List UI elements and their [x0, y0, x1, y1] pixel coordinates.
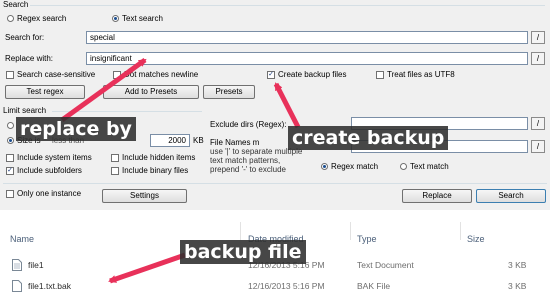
case-sensitive-checkbox[interactable] — [6, 71, 14, 79]
replace-button[interactable]: Replace — [402, 189, 472, 203]
size-any-radio[interactable] — [7, 122, 14, 129]
text-match-label[interactable]: Text match — [410, 162, 449, 172]
utf8-checkbox[interactable] — [376, 71, 384, 79]
limit-group-divider — [52, 111, 202, 112]
backup-files-label[interactable]: Create backup files — [278, 70, 346, 80]
binary-files-label[interactable]: Include binary files — [122, 166, 188, 176]
column-separator[interactable] — [460, 222, 461, 240]
file-size: 3 KB — [508, 281, 527, 291]
subfolders-checkbox[interactable]: ✓ — [6, 167, 14, 175]
search-replace-dialog: Search Regex search Text search Search f… — [0, 0, 550, 210]
search-pattern-button[interactable]: / — [531, 31, 545, 44]
exclude-dirs-label: Exclude dirs (Regex): — [210, 120, 287, 129]
replace-annotation: replace by — [16, 117, 136, 141]
size-unit-label: KB — [193, 136, 204, 145]
help-line-3: prepend '-' to exclude — [210, 165, 286, 174]
size-is-radio[interactable] — [7, 137, 14, 144]
dot-newline-label[interactable]: Dot matches newline — [124, 70, 198, 80]
hidden-items-checkbox[interactable] — [111, 154, 119, 162]
regex-search-radio[interactable] — [7, 15, 14, 22]
column-header-size[interactable]: Size — [467, 234, 485, 245]
hidden-items-label[interactable]: Include hidden items — [122, 153, 195, 163]
system-items-label[interactable]: Include system items — [17, 153, 92, 163]
file-name: file1 — [28, 260, 44, 270]
regex-match-label[interactable]: Regex match — [331, 162, 378, 172]
file-size: 3 KB — [508, 260, 527, 270]
table-row[interactable]: file1.txt.bak 12/16/2013 5:16 PM BAK Fil… — [0, 279, 550, 293]
backup-files-checkbox[interactable]: ✓ — [267, 71, 275, 79]
text-search-radio[interactable] — [112, 15, 119, 22]
settings-button[interactable]: Settings — [102, 189, 187, 203]
column-header-type[interactable]: Type — [357, 234, 377, 245]
column-separator[interactable] — [240, 222, 241, 240]
search-group-divider — [30, 5, 545, 6]
dot-newline-checkbox[interactable] — [113, 71, 121, 79]
backup-annotation: create backup — [288, 126, 449, 150]
text-match-radio[interactable] — [400, 163, 407, 170]
footer-divider — [3, 183, 547, 184]
file-type: Text Document — [357, 260, 414, 270]
limit-group-title: Limit search — [3, 106, 47, 115]
file-names-pattern-button[interactable]: / — [531, 140, 545, 153]
size-value-input[interactable]: 2000 — [150, 134, 190, 147]
text-search-label[interactable]: Text search — [122, 14, 163, 24]
file-name: file1.txt.bak — [28, 281, 71, 291]
regex-search-label[interactable]: Regex search — [17, 14, 66, 24]
search-button[interactable]: Search — [476, 189, 546, 203]
file-date: 12/16/2013 5:16 PM — [248, 281, 325, 291]
presets-button[interactable]: Presets — [203, 85, 255, 99]
column-separator[interactable] — [350, 222, 351, 240]
replace-with-label: Replace with: — [5, 54, 54, 63]
text-document-icon — [12, 259, 22, 273]
subfolders-label[interactable]: Include subfolders — [17, 166, 82, 176]
regex-match-radio[interactable] — [321, 163, 328, 170]
case-sensitive-label[interactable]: Search case-sensitive — [17, 70, 95, 80]
one-instance-label[interactable]: Only one instance — [17, 189, 81, 199]
exclude-dirs-pattern-button[interactable]: / — [531, 117, 545, 130]
replace-pattern-button[interactable]: / — [531, 52, 545, 65]
replace-with-input[interactable]: insignificant — [86, 52, 528, 65]
one-instance-checkbox[interactable] — [6, 190, 14, 198]
bak-file-icon — [12, 280, 22, 294]
backup-file-annotation: backup file — [180, 240, 306, 264]
search-group-title: Search — [3, 0, 29, 9]
binary-files-checkbox[interactable] — [111, 167, 119, 175]
search-for-label: Search for: — [5, 33, 45, 42]
file-type: BAK File — [357, 281, 391, 291]
add-to-presets-button[interactable]: Add to Presets — [103, 85, 199, 99]
utf8-label[interactable]: Treat files as UTF8 — [387, 70, 455, 80]
system-items-checkbox[interactable] — [6, 154, 14, 162]
search-for-input[interactable]: special — [86, 31, 528, 44]
test-regex-button[interactable]: Test regex — [5, 85, 85, 99]
column-header-name[interactable]: Name — [10, 234, 34, 245]
